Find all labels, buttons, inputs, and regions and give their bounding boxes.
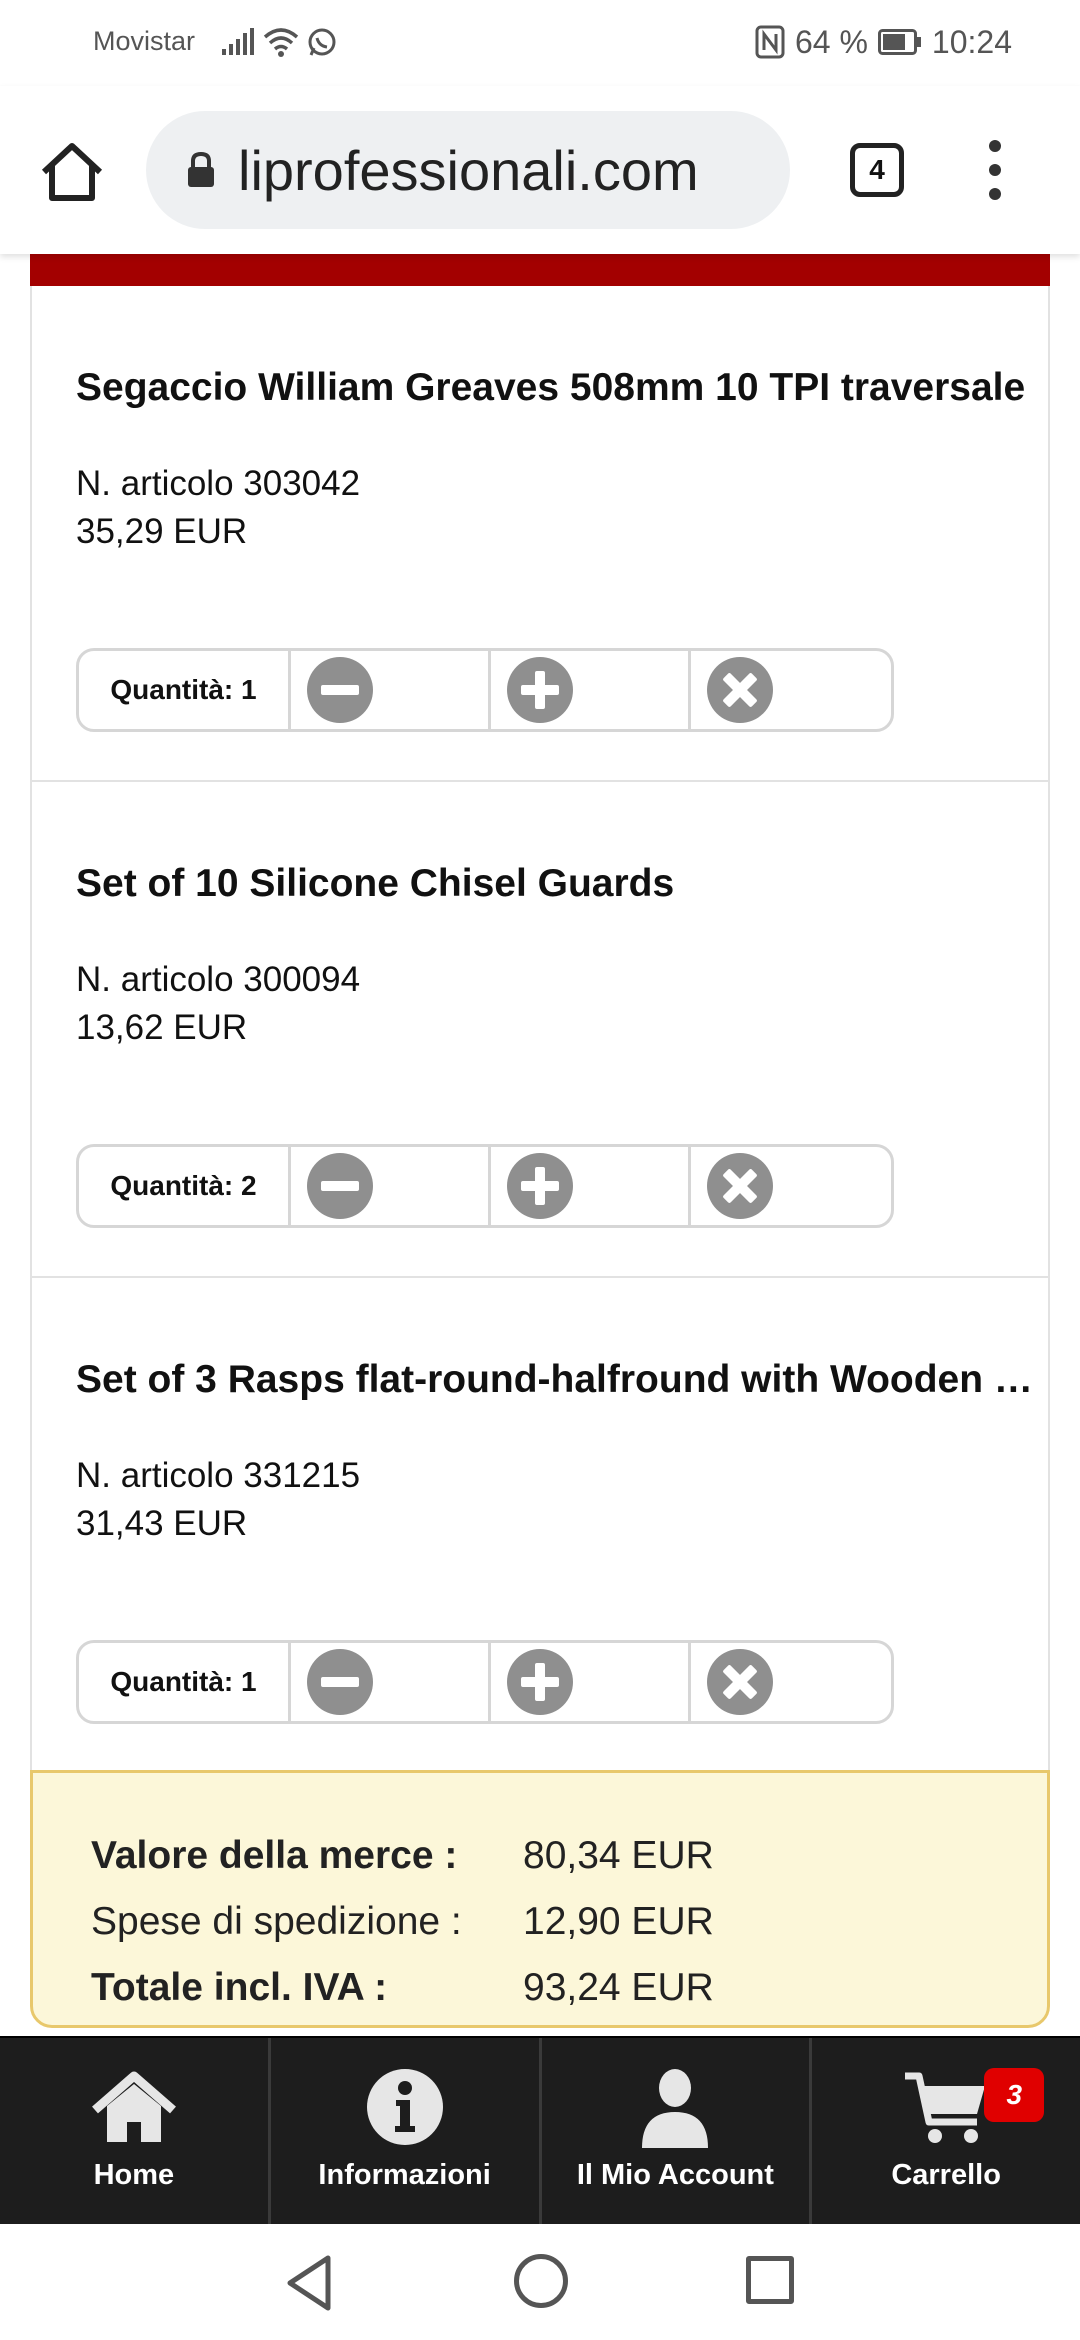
signal-icon: [222, 28, 254, 55]
tab-count: 4: [869, 154, 885, 185]
tabs-icon[interactable]: 4: [850, 143, 904, 197]
cart-items: Segaccio William Greaves 508mm 10 TPI tr…: [30, 254, 1050, 1774]
remove-button[interactable]: [691, 651, 891, 729]
status-bar: Movistar 64 % 10:24: [0, 0, 1080, 86]
item-article-number: N. articolo 300094: [76, 960, 361, 999]
circle-home-icon[interactable]: [514, 2254, 568, 2308]
goods-value-row: Valore della merce : 80,34 EUR: [91, 1823, 1047, 1889]
total-value: 93,24 EUR: [523, 1966, 714, 2009]
info-icon: [366, 2069, 443, 2145]
decrease-button[interactable]: [291, 1147, 491, 1225]
header-strip: [30, 254, 1050, 286]
goods-value-label: Valore della merce :: [91, 1834, 458, 1877]
system-navigation: [0, 2224, 1080, 2340]
nav-cart-label: Carrello: [891, 2159, 1001, 2191]
item-price: 13,62 EUR: [76, 1008, 248, 1047]
url-text: liprofessionali.com: [238, 138, 699, 202]
total-row: Totale incl. IVA : 93,24 EUR: [91, 1955, 1047, 2021]
shipping-value: 12,90 EUR: [523, 1900, 714, 1943]
plus-icon: [507, 657, 573, 723]
quantity-label: Quantità: 1: [79, 651, 291, 729]
total-label: Totale incl. IVA :: [91, 1966, 388, 2009]
increase-button[interactable]: [491, 651, 691, 729]
address-bar[interactable]: liprofessionali.com: [146, 111, 790, 229]
remove-icon: [707, 1649, 773, 1715]
bottom-navigation: Home Informazioni Il Mio Account 3 Carre…: [0, 2036, 1080, 2224]
shipping-row: Spese di spedizione : 12,90 EUR: [91, 1889, 1047, 1955]
whatsapp-icon: [308, 28, 336, 56]
decrease-button[interactable]: [291, 1643, 491, 1721]
battery-percent: 64 %: [794, 23, 868, 60]
nfc-icon: [755, 25, 785, 59]
wifi-icon: [263, 28, 299, 57]
increase-button[interactable]: [491, 1643, 691, 1721]
remove-button[interactable]: [691, 1147, 891, 1225]
cart-badge: 3: [984, 2068, 1045, 2122]
quantity-label: Quantità: 2: [79, 1147, 291, 1225]
quantity-label: Quantità: 1: [79, 1643, 291, 1721]
cart-item: Set of 3 Rasps flat-round-halfround with…: [30, 1278, 1050, 1774]
home-icon: [91, 2071, 176, 2142]
back-icon[interactable]: [282, 2254, 338, 2312]
account-icon: [642, 2069, 709, 2148]
item-price: 31,43 EUR: [76, 1504, 248, 1543]
item-title[interactable]: Set of 10 Silicone Chisel Guards: [76, 862, 1036, 906]
item-article-number: N. articolo 331215: [76, 1456, 361, 1495]
minus-icon: [307, 1153, 373, 1219]
nav-account-label: Il Mio Account: [576, 2159, 774, 2191]
home-icon[interactable]: [36, 136, 108, 208]
quantity-controls: Quantità: 1: [76, 648, 894, 732]
lock-icon: [188, 151, 214, 187]
recent-apps-icon[interactable]: [746, 2256, 794, 2304]
plus-icon: [507, 1649, 573, 1715]
battery-icon: [877, 29, 921, 55]
cart-item: Set of 10 Silicone Chisel Guards N. arti…: [30, 782, 1050, 1278]
remove-button[interactable]: [691, 1643, 891, 1721]
browser-toolbar: liprofessionali.com 4: [0, 86, 1080, 254]
remove-icon: [707, 1153, 773, 1219]
nav-cart[interactable]: 3 Carrello: [812, 2038, 1080, 2224]
goods-value: 80,34 EUR: [523, 1834, 714, 1877]
plus-icon: [507, 1153, 573, 1219]
minus-icon: [307, 1649, 373, 1715]
nav-account[interactable]: Il Mio Account: [542, 2038, 813, 2224]
item-title[interactable]: Set of 3 Rasps flat-round-halfround with…: [76, 1358, 1036, 1402]
nav-info[interactable]: Informazioni: [271, 2038, 542, 2224]
cart-icon: [905, 2072, 986, 2143]
shipping-label: Spese di spedizione :: [91, 1900, 462, 1943]
clock: 10:24: [931, 23, 1012, 60]
increase-button[interactable]: [491, 1147, 691, 1225]
item-price: 35,29 EUR: [76, 512, 248, 551]
cart-item: Segaccio William Greaves 508mm 10 TPI tr…: [30, 286, 1050, 782]
remove-icon: [707, 657, 773, 723]
minus-icon: [307, 657, 373, 723]
nav-home[interactable]: Home: [0, 2038, 271, 2224]
menu-icon[interactable]: [980, 140, 1010, 200]
nav-info-label: Informazioni: [318, 2159, 491, 2191]
carrier-name: Movistar: [93, 26, 196, 56]
nav-home-label: Home: [93, 2159, 175, 2191]
quantity-controls: Quantità: 1: [76, 1640, 894, 1724]
order-summary: Valore della merce : 80,34 EUR Spese di …: [30, 1770, 1050, 2028]
item-article-number: N. articolo 303042: [76, 464, 361, 503]
decrease-button[interactable]: [291, 651, 491, 729]
item-title[interactable]: Segaccio William Greaves 508mm 10 TPI tr…: [76, 366, 1036, 410]
quantity-controls: Quantità: 2: [76, 1144, 894, 1228]
